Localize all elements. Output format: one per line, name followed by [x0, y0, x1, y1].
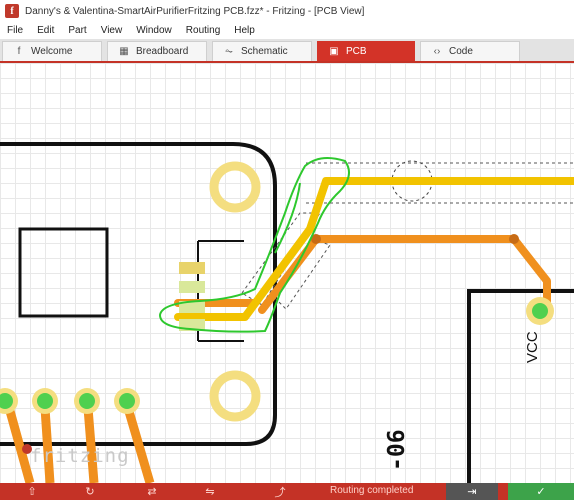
tab-breadboard[interactable]: ▦ Breadboard — [107, 41, 207, 61]
header-pad[interactable] — [179, 262, 205, 274]
menu-part[interactable]: Part — [61, 22, 93, 39]
tab-label: Schematic — [241, 46, 288, 57]
tab-label: Welcome — [31, 46, 73, 57]
flip-icon[interactable]: ⇄ — [142, 483, 162, 500]
fritzing-watermark: fritzing — [30, 445, 130, 467]
tab-label: PCB — [346, 46, 367, 57]
mounting-hole — [209, 370, 261, 422]
menu-window[interactable]: Window — [129, 22, 179, 39]
view-tab-bar: f Welcome ▦ Breadboard ⏦ Schematic ▣ PCB… — [0, 39, 574, 63]
code-brackets-icon: ‹› — [433, 46, 441, 57]
export-button[interactable]: ⇥ — [446, 483, 498, 500]
pcb-icon: ▣ — [329, 46, 339, 57]
pin-connector — [37, 393, 53, 409]
menu-file[interactable]: File — [0, 22, 30, 39]
pin-connector — [119, 393, 135, 409]
module-outline — [467, 289, 574, 483]
fritzing-f-icon: f — [17, 46, 21, 57]
pin-connector — [79, 393, 95, 409]
window-title: Danny's & Valentina-SmartAirPurifierFrit… — [25, 5, 365, 17]
rotate-icon[interactable]: ↻ — [80, 483, 100, 500]
routing-ok-indicator: ✓ — [508, 483, 574, 500]
share-icon[interactable]: ⇧ — [22, 483, 42, 500]
fritzing-app-icon: f — [5, 4, 19, 18]
title-bar: f Danny's & Valentina-SmartAirPurifierFr… — [0, 0, 574, 23]
pcb-drawing[interactable] — [0, 63, 574, 483]
top-trace[interactable] — [174, 177, 574, 321]
vcc-silk-label: VCC — [524, 331, 541, 363]
menu-edit[interactable]: Edit — [30, 22, 61, 39]
menu-help[interactable]: Help — [227, 22, 262, 39]
chip-outline — [18, 227, 109, 318]
bottom-toolbar: ⇧ ↻ ⇄ ⇋ ⤴ Routing completed ⇥ ✓ — [0, 483, 574, 500]
menu-view[interactable]: View — [94, 22, 130, 39]
vcc-connector — [532, 303, 548, 319]
part-silk-label: -06 — [384, 429, 410, 471]
autoroute-icon[interactable]: ⇋ — [200, 483, 220, 500]
resistor-icon: ⏦ — [224, 46, 234, 57]
tab-label: Code — [449, 46, 473, 57]
pcb-canvas[interactable]: fritzing VCC -06 — [0, 63, 574, 483]
trace-icon[interactable]: ⤴ — [270, 483, 290, 500]
breadboard-icon: ▦ — [119, 46, 129, 57]
tab-welcome[interactable]: f Welcome — [2, 41, 102, 61]
routing-status: Routing completed — [330, 485, 414, 496]
menu-routing[interactable]: Routing — [179, 22, 227, 39]
header-pad[interactable] — [179, 281, 205, 293]
tab-schematic[interactable]: ⏦ Schematic — [212, 41, 312, 61]
mounting-hole — [209, 161, 261, 213]
menu-bar: File Edit Part View Window Routing Help — [0, 22, 574, 39]
trace-bend — [509, 234, 519, 244]
tab-pcb[interactable]: ▣ PCB — [317, 41, 415, 61]
tab-code[interactable]: ‹› Code — [420, 41, 520, 61]
tab-label: Breadboard — [136, 46, 189, 57]
